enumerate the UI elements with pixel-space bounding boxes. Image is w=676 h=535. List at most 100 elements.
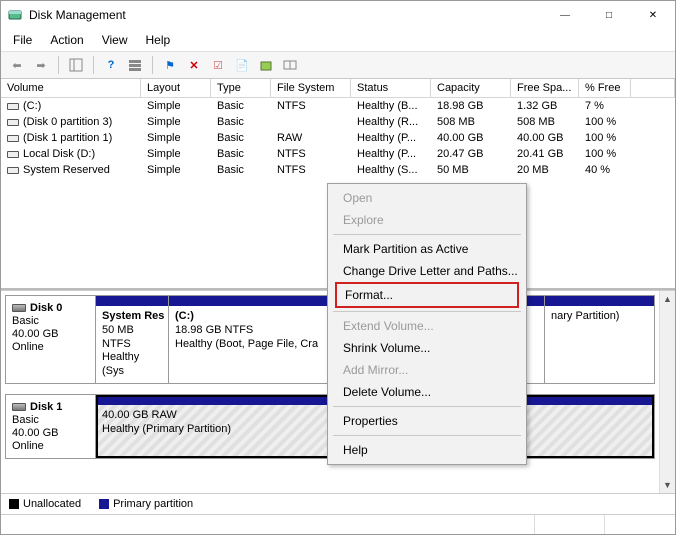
disk-info: Disk 0 Basic 40.00 GB Online xyxy=(6,296,96,383)
volume-row[interactable]: (Disk 1 partition 1) Simple Basic RAW He… xyxy=(1,130,675,146)
minimize-button[interactable]: — xyxy=(543,1,587,29)
legend-swatch-unallocated xyxy=(9,499,19,509)
menu-help[interactable]: Help xyxy=(138,31,179,49)
menu-action[interactable]: Action xyxy=(42,31,91,49)
new-button[interactable]: 📄 xyxy=(232,55,252,75)
delete-button[interactable]: ✕ xyxy=(184,55,204,75)
scroll-up-icon[interactable]: ▲ xyxy=(660,291,675,307)
volume-header-row: Volume Layout Type File System Status Ca… xyxy=(1,79,675,98)
toolbar-separator xyxy=(152,56,153,74)
volume-name: (C:) xyxy=(23,100,41,112)
disk-name: Disk 1 xyxy=(30,401,62,413)
menu-separator xyxy=(333,406,521,407)
menu-separator xyxy=(333,311,521,312)
legend-unallocated: Unallocated xyxy=(23,498,81,510)
grid-icon xyxy=(283,58,297,72)
col-spacer xyxy=(631,79,675,98)
flag-icon: ⚑ xyxy=(165,59,175,72)
menu-item-properties[interactable]: Properties xyxy=(331,410,523,432)
col-pctfree[interactable]: % Free xyxy=(579,79,631,98)
show-hide-tree-button[interactable] xyxy=(66,55,86,75)
col-layout[interactable]: Layout xyxy=(141,79,211,98)
volume-row[interactable]: (Disk 0 partition 3) Simple Basic Health… xyxy=(1,114,675,130)
properties-button[interactable] xyxy=(256,55,276,75)
partition-bar xyxy=(545,296,654,306)
partition-line3: Healthy (Sys xyxy=(102,351,162,379)
legend-swatch-primary xyxy=(99,499,109,509)
x-icon: ✕ xyxy=(189,59,198,72)
disk-info: Disk 1 Basic 40.00 GB Online xyxy=(6,395,96,458)
volume-free: 1.32 GB xyxy=(511,98,579,114)
volume-row[interactable]: Local Disk (D:) Simple Basic NTFS Health… xyxy=(1,146,675,162)
volume-row[interactable]: (C:) Simple Basic NTFS Healthy (B... 18.… xyxy=(1,98,675,114)
maximize-button[interactable]: □ xyxy=(587,1,631,29)
disk-name: Disk 0 xyxy=(30,302,62,314)
menu-item-format[interactable]: Format... xyxy=(337,284,517,306)
list-icon xyxy=(128,58,142,72)
close-button[interactable]: ✕ xyxy=(631,1,675,29)
volume-name: Local Disk (D:) xyxy=(23,148,95,160)
partition-line3: nary Partition) xyxy=(551,310,648,324)
disk-size: 40.00 GB xyxy=(12,328,89,340)
disk-type: Basic xyxy=(12,414,89,426)
toolbar: ⬅ ➡ ? ⚑ ✕ ☑ 📄 xyxy=(1,51,675,79)
legend-primary: Primary partition xyxy=(113,498,193,510)
menu-item-mark-active[interactable]: Mark Partition as Active xyxy=(331,238,523,260)
menu-item-help[interactable]: Help xyxy=(331,439,523,461)
partition[interactable]: nary Partition) xyxy=(544,296,654,383)
col-freespace[interactable]: Free Spa... xyxy=(511,79,579,98)
menu-file[interactable]: File xyxy=(5,31,40,49)
partition[interactable]: System Res 50 MB NTFS Healthy (Sys xyxy=(96,296,168,383)
menu-item-shrink[interactable]: Shrink Volume... xyxy=(331,337,523,359)
menu-item-add-mirror: Add Mirror... xyxy=(331,359,523,381)
back-button[interactable]: ⬅ xyxy=(7,55,27,75)
disk-type: Basic xyxy=(12,315,89,327)
col-capacity[interactable]: Capacity xyxy=(431,79,511,98)
mark-button[interactable]: ☑ xyxy=(208,55,228,75)
vertical-scrollbar[interactable]: ▲ ▼ xyxy=(659,291,675,493)
volume-icon xyxy=(7,135,19,142)
help-button[interactable]: ? xyxy=(101,55,121,75)
volume-layout: Simple xyxy=(141,98,211,114)
forward-button[interactable]: ➡ xyxy=(31,55,51,75)
arrow-left-icon: ⬅ xyxy=(12,59,21,72)
volume-capacity: 18.98 GB xyxy=(431,98,511,114)
props-icon xyxy=(259,58,273,72)
partition-bar xyxy=(96,296,168,306)
volume-row[interactable]: System Reserved Simple Basic NTFS Health… xyxy=(1,162,675,178)
volume-icon xyxy=(7,167,19,174)
status-bar xyxy=(1,514,675,534)
volume-icon xyxy=(7,103,19,110)
col-type[interactable]: Type xyxy=(211,79,271,98)
volume-name: (Disk 0 partition 3) xyxy=(23,116,112,128)
partition-line2: 50 MB NTFS xyxy=(102,324,162,352)
tree-icon xyxy=(69,58,83,72)
toolbar-separator xyxy=(93,56,94,74)
col-filesystem[interactable]: File System xyxy=(271,79,351,98)
menu-item-explore: Explore xyxy=(331,209,523,231)
scroll-down-icon[interactable]: ▼ xyxy=(660,477,675,493)
page-icon: 📄 xyxy=(235,59,249,72)
volume-pct: 7 % xyxy=(579,98,631,114)
volume-status: Healthy (B... xyxy=(351,98,431,114)
menu-view[interactable]: View xyxy=(94,31,136,49)
menu-item-change-letter[interactable]: Change Drive Letter and Paths... xyxy=(331,260,523,282)
window-title: Disk Management xyxy=(29,8,543,22)
col-status[interactable]: Status xyxy=(351,79,431,98)
disk-icon xyxy=(12,403,26,411)
settings-button[interactable] xyxy=(280,55,300,75)
toolbar-separator xyxy=(58,56,59,74)
menu-item-extend: Extend Volume... xyxy=(331,315,523,337)
volume-fs: NTFS xyxy=(271,98,351,114)
title-bar: Disk Management — □ ✕ xyxy=(1,1,675,29)
check-icon: ☑ xyxy=(213,59,223,72)
disk-status: Online xyxy=(12,440,89,452)
disk-status: Online xyxy=(12,341,89,353)
menu-separator xyxy=(333,435,521,436)
refresh-button[interactable]: ⚑ xyxy=(160,55,180,75)
col-volume[interactable]: Volume xyxy=(1,79,141,98)
menu-bar: File Action View Help xyxy=(1,29,675,51)
menu-item-delete[interactable]: Delete Volume... xyxy=(331,381,523,403)
volume-type: Basic xyxy=(211,98,271,114)
list-view-button[interactable] xyxy=(125,55,145,75)
